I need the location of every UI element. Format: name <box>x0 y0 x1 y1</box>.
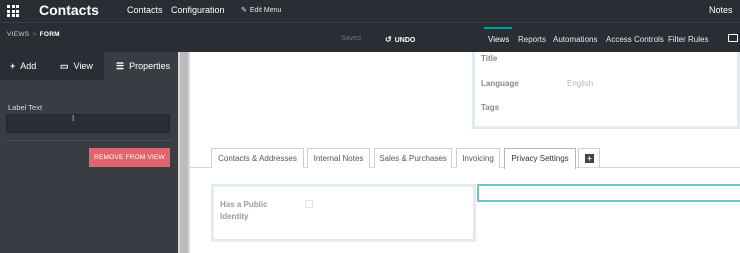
remove-from-view-button[interactable]: REMOVE FROM VIEW <box>89 148 170 167</box>
tab-internal-notes[interactable]: Internal Notes <box>307 148 370 168</box>
field-title-label[interactable]: Title <box>481 54 497 63</box>
field-language-value[interactable]: English <box>567 79 593 88</box>
editor-sidebar: + Add ▭ View ☰ Properties Label Text I REMO… <box>0 52 178 253</box>
notes-link[interactable]: Notes <box>709 5 733 15</box>
app-title[interactable]: Contacts <box>39 2 99 18</box>
sidebar-tab-view[interactable]: ▭ View <box>47 52 104 80</box>
editor-toolbar: VIEWS > FORM Saved ↺ UNDO Views Reports Aut… <box>0 22 740 52</box>
tab-views[interactable]: Views <box>488 35 509 44</box>
tab-invoicing[interactable]: Invoicing <box>456 148 500 168</box>
add-tab-button[interactable]: + <box>578 148 600 168</box>
active-tab-indicator <box>484 27 512 29</box>
sidebar-tab-add-label: Add <box>20 61 37 71</box>
tab-contacts-addresses[interactable]: Contacts & Addresses <box>211 148 304 168</box>
sliders-icon: ☰ <box>116 61 125 71</box>
breadcrumb: VIEWS > FORM <box>7 31 60 38</box>
tab-access-controls[interactable]: Access Controls <box>606 35 664 44</box>
tab-automations[interactable]: Automations <box>553 35 597 44</box>
tab-filter-rules[interactable]: Filter Rules <box>668 35 708 44</box>
has-public-identity-checkbox[interactable] <box>305 200 313 208</box>
add-tab-icon: + <box>585 154 594 163</box>
field-tags-label[interactable]: Tags <box>481 103 499 112</box>
has-public-identity-label[interactable]: Has a Public Identity <box>220 199 290 223</box>
breadcrumb-separator: > <box>32 31 37 38</box>
monitor-icon: ▭ <box>60 61 69 71</box>
device-icon[interactable] <box>728 34 738 42</box>
breadcrumb-views[interactable]: VIEWS <box>7 31 29 38</box>
edit-menu-label: Edit Menu <box>249 7 282 14</box>
sidebar-tab-add[interactable]: + Add <box>0 52 47 80</box>
undo-icon: ↺ <box>385 35 392 44</box>
apps-grid-icon[interactable] <box>7 5 19 17</box>
sidebar-divider <box>6 140 172 141</box>
plus-icon: + <box>10 61 16 71</box>
tab-reports[interactable]: Reports <box>518 35 546 44</box>
menu-contacts[interactable]: Contacts <box>127 5 163 15</box>
sidebar-tab-view-label: View <box>73 61 93 71</box>
saved-status: Saved <box>341 35 361 42</box>
text-cursor-icon: I <box>72 114 75 123</box>
breadcrumb-form: FORM <box>39 31 60 38</box>
sidebar-tabs: + Add ▭ View ☰ Properties <box>0 52 178 80</box>
menu-configuration[interactable]: Configuration <box>171 5 225 15</box>
sidebar-tab-properties[interactable]: ☰ Properties <box>104 52 178 80</box>
tab-sales-purchases[interactable]: Sales & Purchases <box>374 148 452 168</box>
undo-label: UNDO <box>394 37 416 44</box>
label-text-input[interactable] <box>6 114 170 133</box>
details-group[interactable] <box>472 52 740 129</box>
top-navbar: Contacts Contacts Configuration ✎ Edit Me… <box>0 0 740 22</box>
undo-button[interactable]: ↺ UNDO <box>385 35 415 44</box>
label-text-label: Label Text <box>8 103 43 112</box>
sidebar-tab-properties-label: Properties <box>129 61 171 71</box>
tab-privacy-settings[interactable]: Privacy Settings <box>504 148 576 169</box>
field-language-label[interactable]: Language <box>481 79 519 88</box>
pencil-icon: ✎ <box>241 7 247 14</box>
empty-group-dropzone[interactable] <box>477 184 740 202</box>
sidebar-scrollbar-thumb[interactable] <box>180 52 188 253</box>
edit-menu-link[interactable]: ✎ Edit Menu <box>241 6 281 14</box>
